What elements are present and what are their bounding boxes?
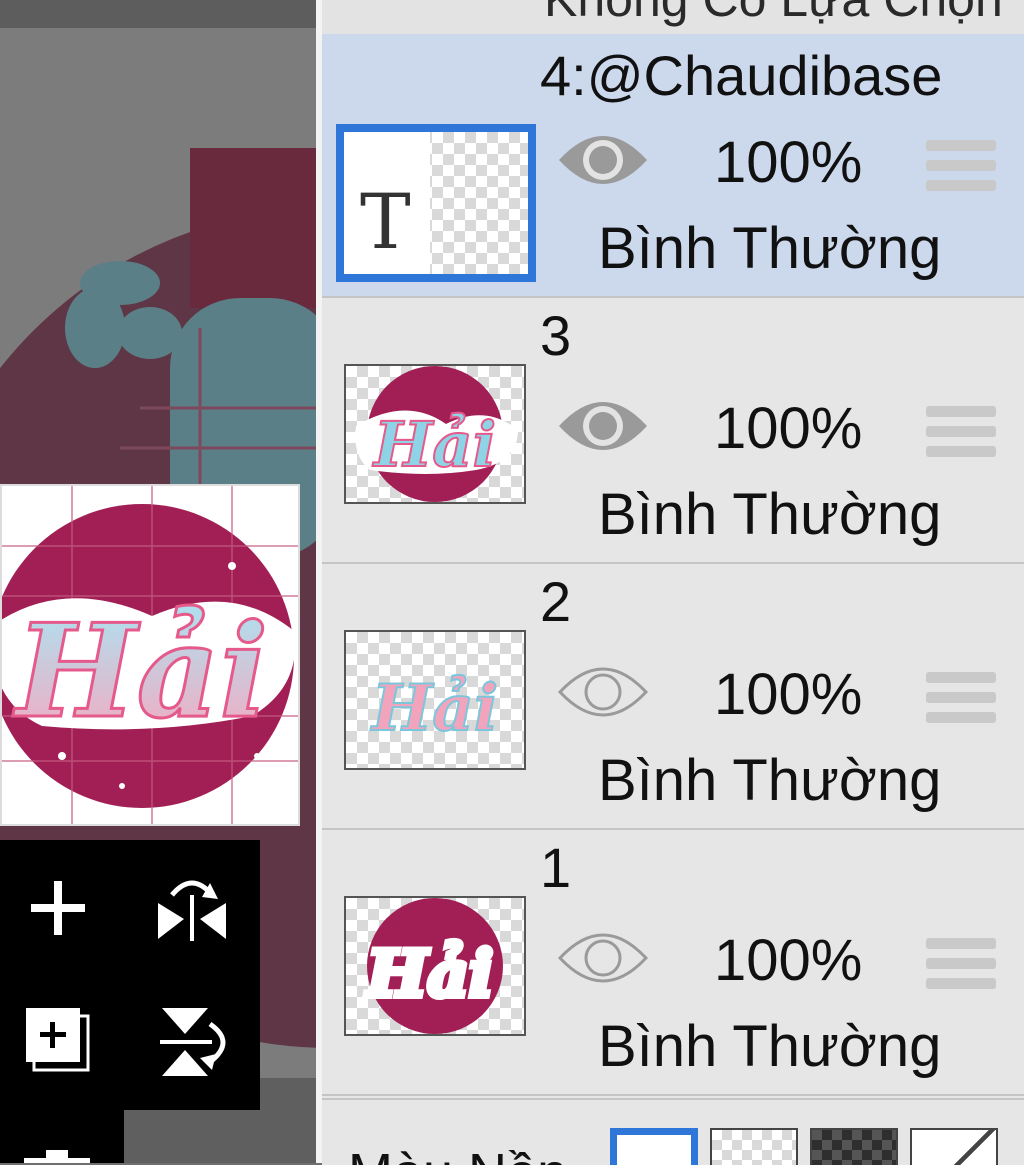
bg-swatch-white[interactable] bbox=[610, 1128, 698, 1165]
layer-blend-mode[interactable]: Bình Thường bbox=[598, 486, 941, 544]
svg-text:Hải: Hải bbox=[370, 671, 498, 746]
drag-handle-icon[interactable] bbox=[926, 672, 996, 730]
layer-name: 1 bbox=[540, 836, 572, 899]
drag-handle-icon[interactable] bbox=[926, 938, 996, 996]
duplicate-layer-icon[interactable] bbox=[18, 1000, 98, 1080]
layer-thumbnail: Hải bbox=[344, 630, 526, 770]
svg-text:Hải: Hải bbox=[365, 937, 493, 1012]
layer-blend-mode[interactable]: Bình Thường bbox=[598, 1018, 941, 1076]
svg-text:Hải: Hải bbox=[372, 408, 496, 481]
layer-opacity[interactable]: 100% bbox=[714, 400, 862, 458]
layer-opacity[interactable]: 100% bbox=[714, 134, 862, 192]
visibility-eye-icon[interactable] bbox=[556, 392, 650, 460]
drag-handle-icon[interactable] bbox=[926, 140, 996, 198]
layer-row-1[interactable]: Hải 1 100% Bình Thường bbox=[322, 832, 1024, 1096]
drag-handle-icon[interactable] bbox=[926, 406, 996, 464]
layer-row-4[interactable]: T 4:@Chaudibase 100% Bình Thường bbox=[322, 34, 1024, 298]
layer-name: 3 bbox=[540, 304, 572, 367]
preview-artwork: Hải bbox=[2, 486, 298, 824]
layer-name: 4:@Chaudibase bbox=[540, 44, 943, 107]
layer-thumbnail: Hải bbox=[344, 896, 526, 1036]
layer-toolbar bbox=[0, 840, 260, 1110]
reference-preview: Hải bbox=[0, 484, 300, 826]
bg-swatch-custom[interactable] bbox=[910, 1128, 998, 1165]
selection-status-label: Không Có Lựa Chọn bbox=[544, 0, 1003, 28]
layer-panel: Không Có Lựa Chọn T 4:@Chaudibase 100% B… bbox=[316, 0, 1024, 1165]
delete-layer-icon[interactable] bbox=[20, 1146, 94, 1163]
canvas-top-bar bbox=[0, 0, 316, 28]
background-color-bar: Màu Nền bbox=[322, 1098, 1024, 1165]
add-layer-icon[interactable] bbox=[22, 868, 94, 948]
layer-thumbnail: Hải bbox=[344, 364, 526, 504]
visibility-eye-outline-icon[interactable] bbox=[556, 658, 650, 726]
background-color-label: Màu Nền bbox=[348, 1142, 567, 1165]
layer-blend-mode[interactable]: Bình Thường bbox=[598, 752, 941, 810]
flip-horizontal-icon[interactable] bbox=[150, 868, 234, 948]
flip-vertical-icon[interactable] bbox=[152, 1000, 236, 1084]
layer-name: 2 bbox=[540, 570, 572, 633]
layer-row-2[interactable]: Hải 2 100% Bình Thường bbox=[322, 566, 1024, 830]
selection-status: Không Có Lựa Chọn bbox=[322, 0, 1024, 36]
layer-toolbar-extension bbox=[0, 1110, 124, 1163]
bg-swatch-dark-checker[interactable] bbox=[810, 1128, 898, 1165]
drawing-canvas[interactable]: Hải bbox=[0, 0, 316, 1163]
layer-row-3[interactable]: Hải 3 100% Bình Thường bbox=[322, 300, 1024, 564]
text-layer-glyph: T bbox=[360, 177, 411, 266]
preview-lettering: Hải bbox=[13, 597, 269, 747]
layer-opacity[interactable]: 100% bbox=[714, 932, 862, 990]
layer-opacity[interactable]: 100% bbox=[714, 666, 862, 724]
layer-blend-mode[interactable]: Bình Thường bbox=[598, 220, 941, 278]
layer-thumbnail: T bbox=[336, 124, 536, 282]
visibility-eye-icon[interactable] bbox=[556, 126, 650, 194]
visibility-eye-outline-icon[interactable] bbox=[556, 924, 650, 992]
bg-swatch-transparent[interactable] bbox=[710, 1128, 798, 1165]
